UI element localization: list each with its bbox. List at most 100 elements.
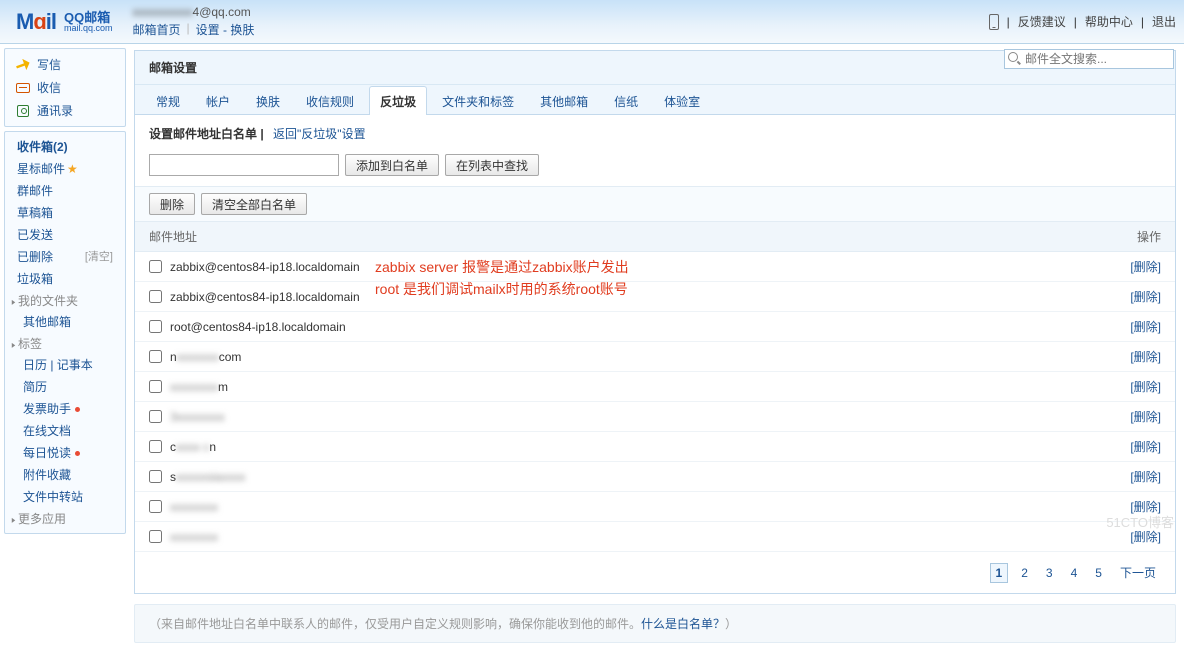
sidebar: 写信收信通讯录 收件箱(2)星标邮件★群邮件草稿箱已发送已删除[清空]垃圾箱我的… [0,44,130,651]
sidebar-folder[interactable]: 草稿箱 [5,202,125,224]
row-checkbox[interactable] [149,350,162,363]
sidebar-sub-item[interactable]: 发票助手 [5,398,125,420]
main-content: 邮箱设置 常规帐户换肤收信规则反垃圾文件夹和标签其他邮箱信纸体验室 设置邮件地址… [130,44,1184,651]
link-logout[interactable]: 退出 [1152,13,1176,30]
pager-1[interactable]: 1 [990,563,1009,583]
settings-tabs: 常规帐户换肤收信规则反垃圾文件夹和标签其他邮箱信纸体验室 [135,85,1175,115]
row-checkbox[interactable] [149,290,162,303]
clear-link[interactable]: [清空] [85,248,113,266]
col-action: 操作 [1111,228,1161,245]
sidebar-sub-item[interactable]: 附件收藏 [5,464,125,486]
sidebar-folder[interactable]: 垃圾箱 [5,268,125,290]
pager-2[interactable]: 2 [1016,564,1033,582]
logo: Mɑil QQ邮箱 mail.qq.com [16,9,113,35]
row-address: root@centos84-ip18.localdomain [170,320,1130,334]
tab-7[interactable]: 信纸 [603,86,649,115]
table-row: zabbix@centos84-ip18.localdomain[删除] [135,252,1175,282]
inbox-icon [15,81,31,95]
add-button[interactable]: 添加到白名单 [345,154,439,176]
tab-2[interactable]: 换肤 [245,86,291,115]
tab-5[interactable]: 文件夹和标签 [431,86,525,115]
tab-4[interactable]: 反垃圾 [369,86,427,115]
notification-dot-icon [75,407,80,412]
row-delete[interactable]: [删除] [1130,318,1161,335]
nav-settings-skin[interactable]: 设置 - 换肤 [196,21,255,38]
link-help[interactable]: 帮助中心 [1085,13,1133,30]
clear-all-button[interactable]: 清空全部白名单 [201,193,307,215]
row-address: nxxxxxxxcom [170,350,1130,364]
row-checkbox[interactable] [149,320,162,333]
link-feedback[interactable]: 反馈建议 [1018,13,1066,30]
settings-panel: 邮箱设置 常规帐户换肤收信规则反垃圾文件夹和标签其他邮箱信纸体验室 设置邮件地址… [134,50,1176,594]
sidebar-action-write[interactable]: 写信 [5,53,125,76]
notification-dot-icon [75,451,80,456]
write-icon [15,58,31,72]
tab-0[interactable]: 常规 [145,86,191,115]
sidebar-action-label: 写信 [37,56,61,73]
table-row: sxxxxxsiaxxxx[删除] [135,462,1175,492]
sidebar-folder[interactable]: 收件箱(2) [5,136,125,158]
tab-8[interactable]: 体验室 [653,86,711,115]
pager-3[interactable]: 3 [1041,564,1058,582]
sidebar-group[interactable]: 更多应用 [5,508,125,529]
sidebar-folder[interactable]: 星标邮件★ [5,158,125,180]
sidebar-sub-item[interactable]: 每日悦读 [5,442,125,464]
tab-1[interactable]: 帐户 [195,86,241,115]
pager-next[interactable]: 下一页 [1115,562,1161,583]
sidebar-sub-item[interactable]: 在线文档 [5,420,125,442]
whitelist-actions: 删除 清空全部白名单 [135,186,1175,222]
row-address: xxxxxxxx [170,500,1130,514]
row-address: cxxxx cn [170,440,1130,454]
row-delete[interactable]: [删除] [1130,258,1161,275]
row-delete[interactable]: [删除] [1130,408,1161,425]
pager-5[interactable]: 5 [1090,564,1107,582]
sidebar-action-inbox[interactable]: 收信 [5,76,125,99]
sidebar-sub-item[interactable]: 文件中转站 [5,486,125,508]
back-link[interactable]: 返回"反垃圾"设置 [273,127,366,141]
tab-6[interactable]: 其他邮箱 [529,86,599,115]
sidebar-action-contact[interactable]: 通讯录 [5,99,125,122]
header-user: xxxxxxxxxx4@qq.com 邮箱首页 | 设置 - 换肤 [133,5,255,38]
sidebar-sub-item[interactable]: 其他邮箱 [5,311,125,333]
row-address: 3xxxxxxxx [170,410,1130,424]
row-delete[interactable]: [删除] [1130,378,1161,395]
row-delete[interactable]: [删除] [1130,438,1161,455]
whitelist-header: 设置邮件地址白名单 | 返回"反垃圾"设置 [135,115,1175,148]
row-checkbox[interactable] [149,440,162,453]
row-checkbox[interactable] [149,470,162,483]
tab-3[interactable]: 收信规则 [295,86,365,115]
search-icon [1008,52,1020,64]
row-checkbox[interactable] [149,500,162,513]
user-email: xxxxxxxxxx4@qq.com [133,5,255,19]
sidebar-sub-item[interactable]: 简历 [5,376,125,398]
pager: 12345 下一页 [135,552,1175,593]
row-delete[interactable]: [删除] [1130,288,1161,305]
whitelist-input[interactable] [149,154,339,176]
sidebar-group[interactable]: 我的文件夹 [5,290,125,311]
header-nav: 邮箱首页 | 设置 - 换肤 [133,21,255,38]
sidebar-folder[interactable]: 群邮件 [5,180,125,202]
search-input[interactable] [1004,49,1174,69]
delete-button[interactable]: 删除 [149,193,195,215]
find-button[interactable]: 在列表中查找 [445,154,539,176]
row-delete[interactable]: [删除] [1130,348,1161,365]
whatis-link[interactable]: 什么是白名单？ [641,617,725,631]
row-delete[interactable]: [删除] [1130,498,1161,515]
row-delete[interactable]: [删除] [1130,468,1161,485]
sidebar-folder[interactable]: 已删除[清空] [5,246,125,268]
search-bar [1004,49,1174,69]
nav-home[interactable]: 邮箱首页 [133,21,181,38]
col-address: 邮件地址 [149,228,1111,245]
sidebar-sub-item[interactable]: 日历 | 记事本 [5,354,125,376]
row-checkbox[interactable] [149,260,162,273]
sidebar-folders: 收件箱(2)星标邮件★群邮件草稿箱已发送已删除[清空]垃圾箱我的文件夹其他邮箱标… [4,131,126,534]
sidebar-folder[interactable]: 已发送 [5,224,125,246]
table-row: 3xxxxxxxx[删除] [135,402,1175,432]
table-header: 邮件地址 操作 [135,222,1175,252]
sidebar-action-label: 收信 [37,79,61,96]
row-checkbox[interactable] [149,380,162,393]
phone-icon[interactable] [989,14,999,30]
pager-4[interactable]: 4 [1066,564,1083,582]
row-checkbox[interactable] [149,410,162,423]
sidebar-group[interactable]: 标签 [5,333,125,354]
